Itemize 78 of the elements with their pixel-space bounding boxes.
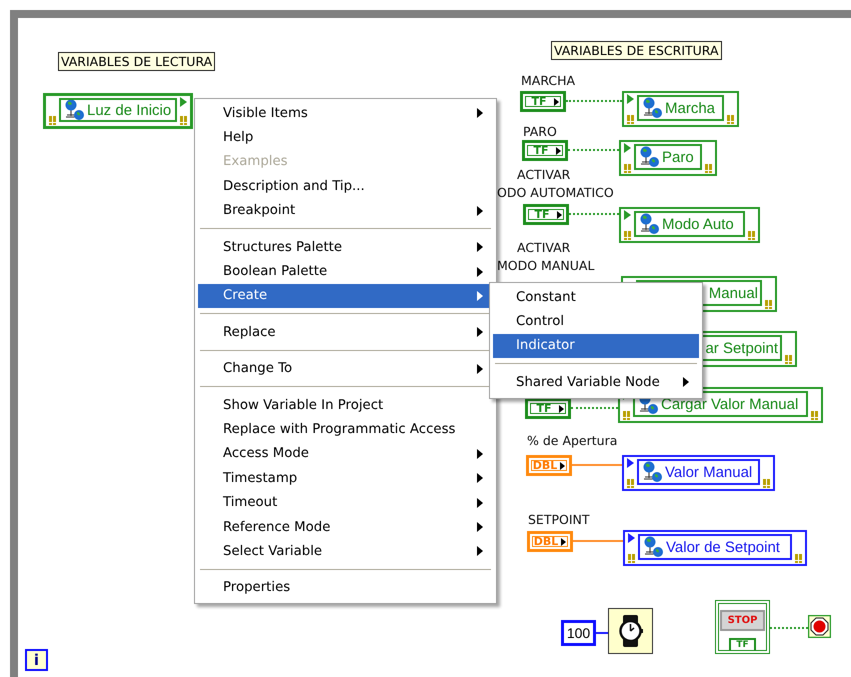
menu-item[interactable]: Replace with Programmatic Access	[198, 417, 493, 442]
menu-item[interactable]: Select Variable	[198, 539, 493, 564]
arrow-icon	[180, 97, 187, 107]
network-variable-icon	[641, 461, 663, 483]
menu-item[interactable]: Reference Mode	[198, 514, 493, 540]
error-mark-icon	[626, 115, 634, 124]
stop-condition-icon	[808, 615, 831, 638]
menu-item[interactable]: Structures Palette	[198, 234, 493, 260]
error-mark-icon	[726, 115, 734, 124]
section-label: VARIABLES DE LECTURA	[58, 52, 216, 71]
network-variable-icon	[638, 146, 660, 168]
variable-name: Modo Auto	[662, 216, 734, 232]
arrow-icon	[627, 94, 634, 104]
menu-item[interactable]: Access Mode	[198, 442, 493, 466]
variable-name: ar Setpoint	[704, 340, 778, 356]
error-mark-icon	[624, 164, 632, 173]
network-variable-icon	[63, 100, 85, 120]
menu-item[interactable]: Control	[493, 309, 699, 334]
control-terminal: TF	[522, 140, 568, 161]
menu-item[interactable]: Help	[198, 125, 493, 150]
error-mark-icon	[794, 554, 802, 563]
menu-item[interactable]: Constant	[493, 285, 699, 310]
control-terminal: TF	[520, 91, 566, 112]
arrow-icon	[624, 210, 631, 220]
arrow-icon	[628, 533, 635, 543]
error-mark-icon	[622, 411, 630, 420]
error-mark-icon	[48, 116, 56, 125]
error-mark-icon	[628, 554, 636, 563]
terminal-type-label: TF	[729, 638, 756, 650]
variable-name: Marcha	[665, 100, 716, 116]
menu-item[interactable]: Indicator	[493, 334, 699, 358]
error-mark-icon	[810, 411, 818, 420]
menu-item[interactable]: Description and Tip...	[198, 174, 493, 199]
variable-name: Valor Manual	[665, 464, 752, 480]
menu-item[interactable]: Visible Items	[198, 101, 493, 126]
control-label: ACTIVAR	[517, 167, 570, 182]
variable-name: Luz de Inicio	[87, 102, 172, 118]
wait-timer-icon	[608, 608, 653, 654]
menu-item[interactable]: Replace	[198, 320, 493, 345]
section-label: VARIABLES DE ESCRITURA	[551, 41, 722, 60]
error-mark-icon	[764, 300, 772, 309]
control-label: % de Apertura	[527, 433, 618, 448]
control-terminal: DBL	[527, 531, 573, 552]
variable-name: Cargar Valor Manual	[661, 396, 798, 412]
variable-name: Manual	[708, 284, 758, 302]
error-mark-icon	[624, 231, 632, 240]
numeric-constant: 100	[561, 620, 596, 646]
network-variable-icon	[641, 97, 663, 119]
control-label: MARCHA	[521, 73, 576, 88]
control-label: ACTIVAR	[517, 240, 570, 255]
iteration-terminal: i	[25, 649, 48, 671]
error-mark-icon	[704, 164, 712, 173]
menu-item[interactable]: Change To	[198, 356, 493, 381]
menu-item[interactable]: Properties	[198, 576, 493, 600]
menu-item[interactable]: Breakpoint	[198, 198, 493, 223]
menu-item[interactable]: Show Variable In Project	[198, 392, 493, 418]
variable-name: Valor de Setpoint	[666, 538, 780, 556]
error-mark-icon	[784, 355, 792, 364]
variable-name: Paro	[662, 148, 694, 166]
arrow-icon	[627, 458, 634, 468]
menu-item[interactable]: Shared Variable Node	[493, 370, 699, 395]
control-label: ODO AUTOMATICO	[497, 185, 614, 200]
network-variable-icon	[642, 536, 664, 558]
error-mark-icon	[762, 479, 770, 488]
error-mark-icon	[180, 116, 188, 125]
control-terminal: TF	[525, 398, 571, 419]
control-label: PARO	[523, 124, 557, 139]
arrow-icon	[624, 143, 631, 153]
error-mark-icon	[748, 231, 756, 240]
control-label: SETPOINT	[528, 512, 590, 527]
menu-item[interactable]: Timeout	[198, 490, 493, 515]
error-mark-icon	[626, 479, 634, 488]
control-terminal: TF	[523, 204, 569, 225]
menu-item[interactable]: Boolean Palette	[198, 259, 493, 284]
menu-item[interactable]: Timestamp	[198, 466, 493, 490]
control-terminal: DBL	[526, 455, 572, 476]
control-label: MODO MANUAL	[497, 258, 594, 273]
network-variable-icon	[638, 213, 660, 235]
